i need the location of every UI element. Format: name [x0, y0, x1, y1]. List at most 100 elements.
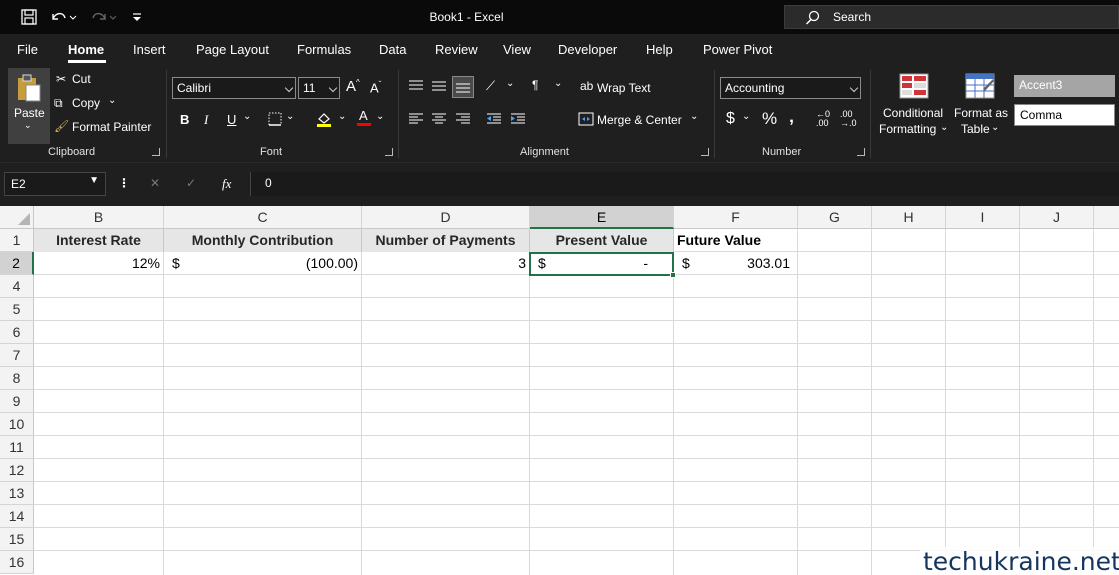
italic-button[interactable]: I	[204, 112, 208, 128]
row-header-16[interactable]: 16	[0, 551, 34, 574]
row-header-4[interactable]: 4	[0, 275, 34, 298]
row-header-5[interactable]: 5	[0, 298, 34, 321]
formula-bar-options-icon[interactable]: ⋮	[118, 176, 130, 190]
align-middle-icon[interactable]	[431, 78, 447, 94]
number-launcher-icon[interactable]	[857, 148, 865, 156]
format-as-table-label-1[interactable]: Format as	[954, 106, 1008, 120]
column-header-f[interactable]: F	[674, 206, 798, 229]
cut-button[interactable]: Cut	[72, 72, 91, 86]
increase-indent-icon[interactable]	[510, 111, 526, 127]
column-header-b[interactable]: B	[34, 206, 164, 229]
number-format-select[interactable]: Accounting	[720, 77, 861, 99]
align-bottom-icon[interactable]	[452, 76, 474, 98]
cell-f2[interactable]: 303.01	[700, 252, 790, 275]
cell-c2[interactable]: (100.00)	[200, 252, 358, 275]
align-left-icon[interactable]	[408, 111, 424, 127]
fill-handle[interactable]	[670, 272, 676, 278]
currency-button[interactable]: $	[726, 110, 735, 128]
row-header-8[interactable]: 8	[0, 367, 34, 390]
fill-color-icon[interactable]	[314, 110, 334, 128]
accent3-style[interactable]: Accent3	[1014, 75, 1115, 97]
copy-dropdown-icon[interactable]: ⌄	[108, 95, 116, 106]
increase-font-icon[interactable]: A^	[346, 78, 360, 95]
cell-b1[interactable]: Interest Rate	[34, 229, 164, 252]
orientation-dropdown-icon[interactable]: ⌄	[506, 78, 514, 89]
row-header-9[interactable]: 9	[0, 390, 34, 413]
column-header-k[interactable]	[1094, 206, 1119, 229]
align-center-icon[interactable]	[431, 111, 447, 127]
cell-c1[interactable]: Monthly Contribution	[164, 229, 362, 252]
column-header-c[interactable]: C	[164, 206, 362, 229]
cell-b2[interactable]: 12%	[34, 252, 160, 275]
column-header-g[interactable]: G	[798, 206, 872, 229]
tab-review[interactable]: Review	[435, 42, 478, 57]
cell-f1[interactable]: Future Value	[677, 229, 798, 252]
row-header-14[interactable]: 14	[0, 505, 34, 528]
font-size-select[interactable]: 11	[298, 77, 340, 99]
tab-insert[interactable]: Insert	[133, 42, 166, 57]
column-header-e[interactable]: E	[530, 206, 674, 229]
insert-function-icon[interactable]: fx	[222, 176, 231, 192]
wrap-text-button[interactable]: Wrap Text	[597, 81, 651, 95]
align-top-icon[interactable]	[408, 78, 424, 94]
decrease-font-icon[interactable]: Aˇ	[370, 80, 381, 95]
font-name-select[interactable]: Calibri	[172, 77, 296, 99]
underline-dropdown-icon[interactable]: ⌄	[243, 111, 251, 122]
alignment-launcher-icon[interactable]	[701, 148, 709, 156]
increase-decimal-icon[interactable]: ←0.00	[816, 110, 830, 128]
row-header-11[interactable]: 11	[0, 436, 34, 459]
borders-icon[interactable]	[266, 111, 284, 127]
decrease-indent-icon[interactable]	[486, 111, 502, 127]
text-direction-dropdown-icon[interactable]: ⌄	[554, 78, 562, 89]
row-header-6[interactable]: 6	[0, 321, 34, 344]
conditional-formatting-label-1[interactable]: Conditional	[883, 106, 943, 120]
search-box[interactable]: Search	[784, 5, 1119, 29]
orientation-icon[interactable]: ⟋	[486, 78, 495, 94]
conditional-formatting-dropdown-icon[interactable]: ⌄	[940, 122, 948, 133]
underline-button[interactable]: U	[227, 112, 236, 127]
worksheet[interactable]: B C D E F G H I J 1 2 4 5 6 7 8 9 10 11 …	[0, 206, 1119, 575]
select-all-button[interactable]	[0, 206, 34, 229]
tab-formulas[interactable]: Formulas	[297, 42, 351, 57]
format-as-table-label-2[interactable]: Table	[961, 122, 990, 136]
font-color-icon[interactable]: A	[356, 108, 372, 128]
enter-icon[interactable]: ✓	[186, 176, 196, 190]
cell-d1[interactable]: Number of Payments	[362, 229, 530, 252]
font-color-dropdown-icon[interactable]: ⌄	[376, 111, 384, 122]
comma-style-button[interactable]: ‚	[789, 106, 794, 127]
format-as-table-dropdown-icon[interactable]: ⌄	[991, 122, 999, 133]
merge-center-button[interactable]: Merge & Center	[597, 113, 682, 127]
tab-developer[interactable]: Developer	[558, 42, 617, 57]
cell-e1[interactable]: Present Value	[530, 229, 674, 252]
name-box[interactable]: E2 ▼	[4, 172, 106, 196]
tab-home[interactable]: Home	[68, 42, 104, 57]
column-header-h[interactable]: H	[872, 206, 946, 229]
cell-d2[interactable]: 3	[362, 252, 526, 275]
percent-button[interactable]: %	[762, 109, 777, 129]
format-painter-button[interactable]: Format Painter	[72, 120, 151, 134]
merge-center-dropdown-icon[interactable]: ⌄	[690, 111, 698, 122]
copy-button[interactable]: Copy	[72, 96, 100, 110]
column-header-d[interactable]: D	[362, 206, 530, 229]
conditional-formatting-label-2[interactable]: Formatting	[879, 122, 936, 136]
paste-dropdown-icon[interactable]: ⌄	[24, 120, 32, 131]
font-launcher-icon[interactable]	[385, 148, 393, 156]
comma-style[interactable]: Comma	[1014, 104, 1115, 126]
cancel-icon[interactable]: ✕	[150, 176, 160, 190]
tab-data[interactable]: Data	[379, 42, 406, 57]
borders-dropdown-icon[interactable]: ⌄	[286, 111, 294, 122]
currency-dropdown-icon[interactable]: ⌄	[742, 111, 750, 122]
decrease-decimal-icon[interactable]: .00 →.0	[840, 110, 857, 128]
column-header-j[interactable]: J	[1020, 206, 1094, 229]
row-header-1[interactable]: 1	[0, 229, 34, 252]
row-header-2[interactable]: 2	[0, 252, 34, 275]
row-header-15[interactable]: 15	[0, 528, 34, 551]
align-right-icon[interactable]	[455, 111, 471, 127]
row-header-12[interactable]: 12	[0, 459, 34, 482]
tab-help[interactable]: Help	[646, 42, 673, 57]
tab-power-pivot[interactable]: Power Pivot	[703, 42, 772, 57]
tab-view[interactable]: View	[503, 42, 531, 57]
text-direction-icon[interactable]: ¶	[532, 78, 538, 92]
tab-page-layout[interactable]: Page Layout	[196, 42, 269, 57]
bold-button[interactable]: B	[180, 112, 189, 127]
